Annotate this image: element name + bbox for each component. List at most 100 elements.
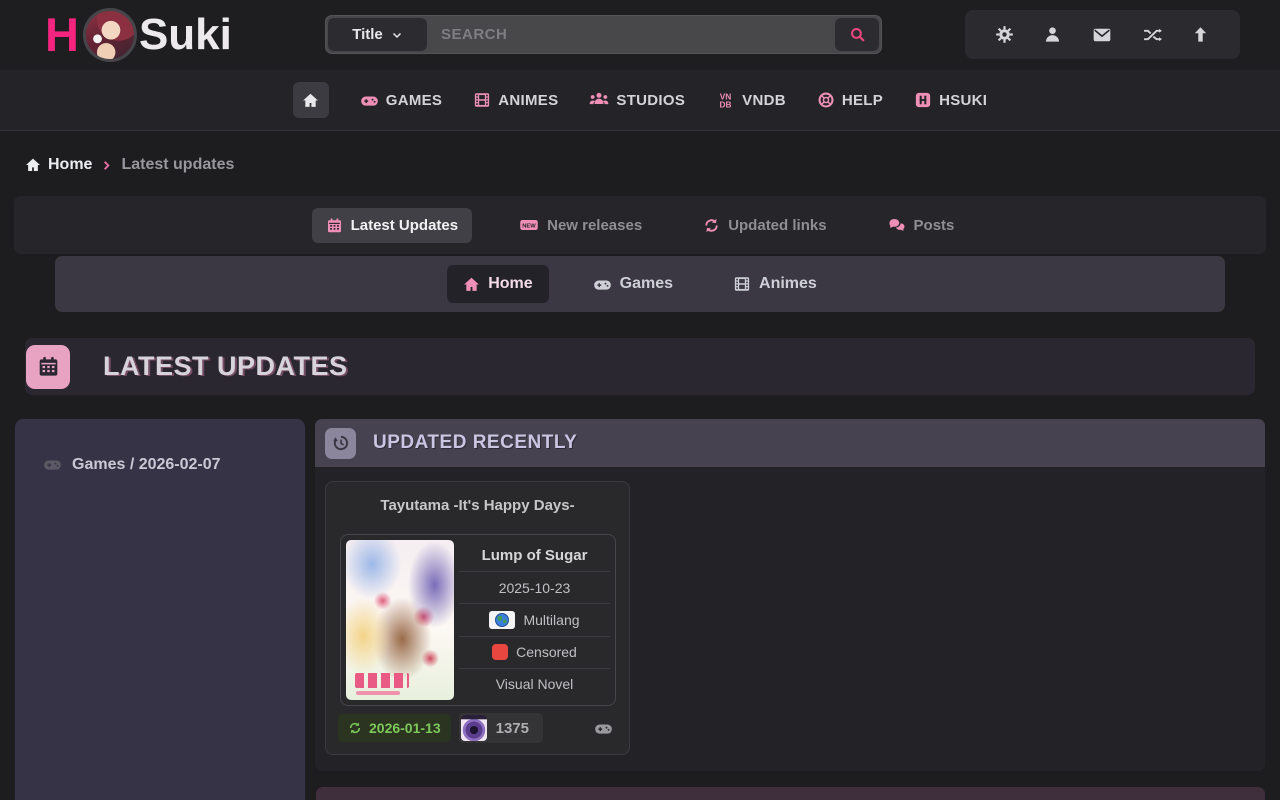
new-badge-icon [519, 215, 539, 235]
globe-icon [495, 613, 509, 627]
nav-item-hsuki[interactable]: HSUKI [914, 91, 987, 109]
language-flag [489, 611, 515, 629]
search-icon [849, 26, 866, 43]
gamepad-icon [594, 719, 613, 738]
user-icon[interactable] [1043, 25, 1062, 44]
info-row-studio: Lump of Sugar [459, 540, 610, 571]
nav-item-studios[interactable]: STUDIOS [589, 90, 685, 110]
latest-updates-header: LATEST UPDATES [25, 338, 1255, 395]
h-square-icon [914, 91, 932, 109]
logo-text-h: H [45, 8, 79, 62]
search-button[interactable] [835, 18, 879, 51]
subtab-label: Games [620, 275, 673, 293]
refresh-icon [348, 721, 362, 735]
tabs-band: Latest Updates New releases Updated link… [14, 196, 1266, 254]
panel-title: UPDATED RECENTLY [373, 432, 577, 454]
comments-icon [888, 216, 906, 234]
search-input[interactable] [429, 16, 833, 53]
tab-latest-updates[interactable]: Latest Updates [312, 208, 473, 243]
views-eye-thumbnail [461, 715, 487, 741]
gear-icon[interactable] [995, 25, 1014, 44]
game-card[interactable]: Tayutama -It's Happy Days- Lump of Sugar… [325, 481, 630, 755]
history-icon [332, 434, 350, 452]
breadcrumb-home[interactable]: Home [25, 156, 92, 174]
breadcrumb-current: Latest updates [121, 156, 234, 174]
info-row-language: Multilang [459, 603, 610, 635]
nav-label: ANIMES [498, 92, 558, 109]
envelope-icon[interactable] [1092, 25, 1112, 45]
search-bar: Title [325, 15, 882, 54]
studio-people-icon [589, 90, 609, 110]
info-row-release-date: 2025-10-23 [459, 571, 610, 603]
game-title[interactable]: Tayutama -It's Happy Days- [326, 497, 629, 514]
subtab-label: Home [488, 275, 532, 293]
game-info: Lump of Sugar 2025-10-23 Multilang Censo… [459, 540, 610, 700]
nav-label: GAMES [386, 92, 443, 109]
nav-item-help[interactable]: HELP [817, 91, 883, 109]
site-logo[interactable]: H Suki [45, 8, 232, 62]
arrow-up-icon[interactable] [1191, 25, 1210, 44]
nav-label: VNDB [742, 92, 786, 109]
gamepad-icon [43, 455, 62, 474]
nav-item-animes[interactable]: ANIMES [473, 91, 558, 109]
game-cover-image[interactable] [346, 540, 454, 700]
calendar-icon [326, 217, 343, 234]
updated-recently-panel: UPDATED RECENTLY Tayutama -It's Happy Da… [315, 419, 1265, 771]
language-label: Multilang [523, 612, 579, 628]
release-date: 2025-10-23 [499, 580, 571, 596]
censored-marker-icon [492, 644, 508, 660]
subtab-label: Animes [759, 275, 817, 293]
nav-item-vndb[interactable]: VNDB [716, 91, 786, 110]
nav-label: HELP [842, 92, 883, 109]
date-sidebar: Games / 2026-02-07 [15, 419, 305, 800]
subtab-home[interactable]: Home [447, 265, 548, 303]
subtab-animes[interactable]: Animes [717, 265, 833, 303]
main-navbar: GAMES ANIMES STUDIOS VNDB HELP HSUKI [0, 70, 1280, 131]
censorship-label: Censored [516, 644, 577, 660]
film-icon [473, 91, 491, 109]
refresh-icon [703, 217, 720, 234]
updated-recently-header: UPDATED RECENTLY [315, 419, 1265, 467]
next-section-header-edge [316, 787, 1265, 800]
tab-label: Updated links [728, 217, 826, 234]
tab-posts[interactable]: Posts [874, 207, 969, 243]
views-count: 1375 [487, 720, 541, 737]
life-ring-icon [817, 91, 835, 109]
tab-updated-links[interactable]: Updated links [689, 208, 840, 243]
page-title: LATEST UPDATES [103, 351, 348, 382]
logo-text-suki: Suki [139, 8, 232, 62]
subtab-games[interactable]: Games [577, 265, 689, 304]
gamepad-icon [593, 275, 612, 294]
tab-label: Posts [914, 217, 955, 234]
tab-new-releases[interactable]: New releases [505, 206, 656, 244]
nav-label: HSUKI [939, 92, 987, 109]
home-icon [463, 276, 480, 293]
update-date-badge: 2026-01-13 [338, 714, 451, 742]
logo-avatar [83, 8, 137, 62]
history-badge [325, 428, 356, 459]
game-card-footer: 2026-01-13 1375 [338, 713, 619, 743]
subtab-band: Home Games Animes [55, 256, 1225, 312]
home-icon [25, 157, 41, 173]
chevron-down-icon [391, 29, 403, 41]
info-row-censorship: Censored [459, 636, 610, 668]
info-row-category: Visual Novel [459, 668, 610, 700]
nav-home-button[interactable] [293, 82, 329, 118]
studio-name[interactable]: Lump of Sugar [482, 547, 588, 564]
game-card-body: Lump of Sugar 2025-10-23 Multilang Censo… [340, 534, 616, 706]
sidebar-item-games-date[interactable]: Games / 2026-02-07 [43, 455, 305, 474]
nav-item-games[interactable]: GAMES [360, 91, 443, 110]
home-icon [302, 92, 319, 109]
breadcrumb-home-label: Home [48, 156, 92, 174]
calendar-icon [37, 355, 60, 378]
shuffle-icon[interactable] [1142, 25, 1162, 45]
category-label: Visual Novel [496, 676, 574, 692]
vndb-icon [716, 91, 735, 110]
tab-label: New releases [547, 217, 642, 234]
update-date: 2026-01-13 [369, 720, 441, 736]
gamepad-icon [360, 91, 379, 110]
search-category-select[interactable]: Title [328, 18, 427, 51]
search-category-value: Title [352, 26, 383, 43]
top-header: H Suki Title [0, 0, 1280, 70]
calendar-badge [26, 345, 70, 389]
